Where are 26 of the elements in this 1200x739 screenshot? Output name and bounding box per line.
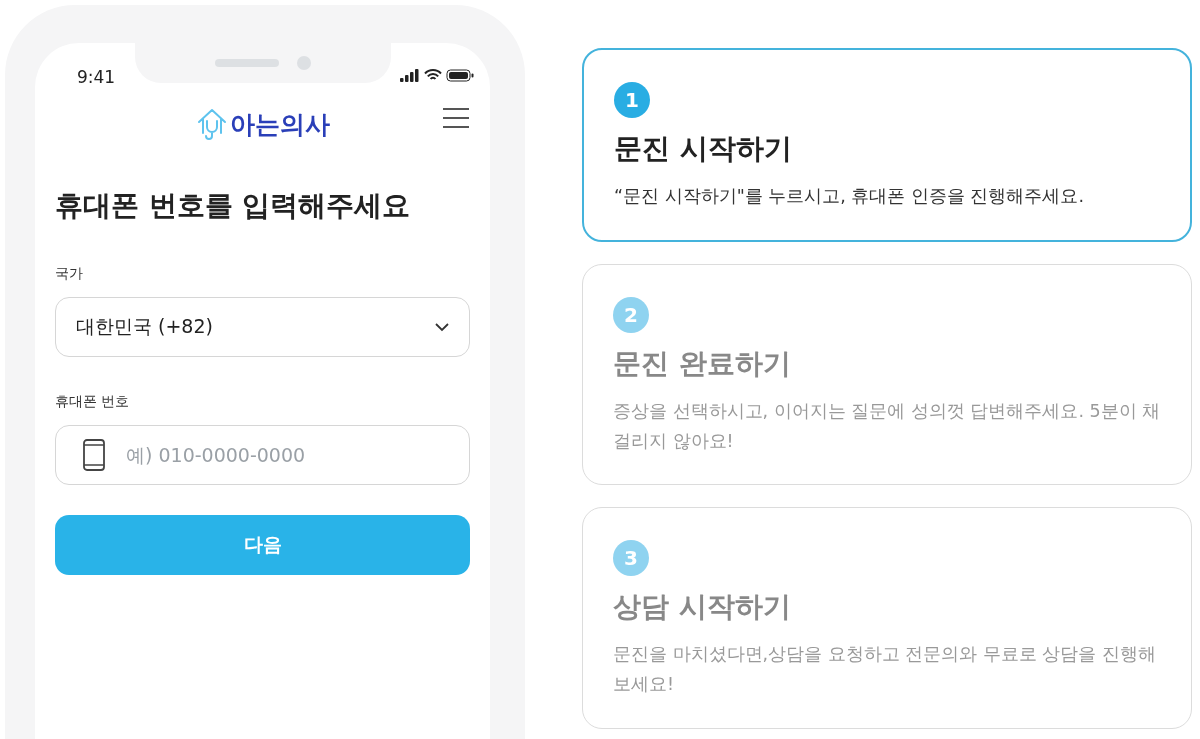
status-time: 9:41 [77, 67, 117, 87]
step-title: 문진 시작하기 [614, 131, 793, 167]
country-dropdown[interactable]: 대한민국 (+82) [55, 297, 470, 357]
page-heading: 휴대폰 번호를 입력해주세요 [55, 188, 412, 224]
step-card[interactable]: 2 문진 완료하기 증상을 선택하시고, 이어지는 질문에 성의껏 답변해주세요. 5분이 채 걸리지 않아요! [582, 263, 1192, 486]
next-button[interactable]: 다음 [55, 515, 470, 575]
step-description: 문진을 마치셨다면,상담을 요청하고 전문의와 무료로 상담을 진행해보세요! [613, 643, 1157, 696]
step-title: 문진 완료하기 [613, 345, 792, 382]
step-card[interactable]: 1 문진 시작하기 “문진 시작하기"를 누르시고, 휴대폰 인증을 진행해주세요. [582, 48, 1192, 242]
chevron-down-icon [435, 322, 449, 332]
menu-icon [442, 107, 470, 129]
step-number: 3 [613, 540, 649, 577]
step-number: 1 [614, 82, 650, 118]
logo-text: 아는의사 [229, 109, 330, 141]
field-label: 국가 [55, 265, 84, 283]
step-title: 상담 시작하기 [613, 589, 792, 626]
signal-icon [400, 69, 420, 82]
house-stethoscope-icon [195, 107, 228, 141]
field-label: 휴대폰 번호 [55, 393, 131, 411]
step-card[interactable]: 3 상담 시작하기 문진을 마치셨다면,상담을 요청하고 전문의와 무료로 상담을 진행해보세요! [582, 507, 1192, 729]
wifi-icon [424, 69, 442, 82]
step-number: 2 [613, 296, 649, 333]
step-description: “문진 시작하기"를 누르시고, 휴대폰 인증을 진행해주세요. [614, 185, 1086, 208]
phone-input-field[interactable]: 예) 010-0000-0000 [55, 425, 470, 485]
step-description: 증상을 선택하시고, 이어지는 질문에 성의껏 답변해주세요. 5분이 채 걸리지 않아요! [613, 399, 1161, 453]
battery-icon [446, 69, 474, 82]
